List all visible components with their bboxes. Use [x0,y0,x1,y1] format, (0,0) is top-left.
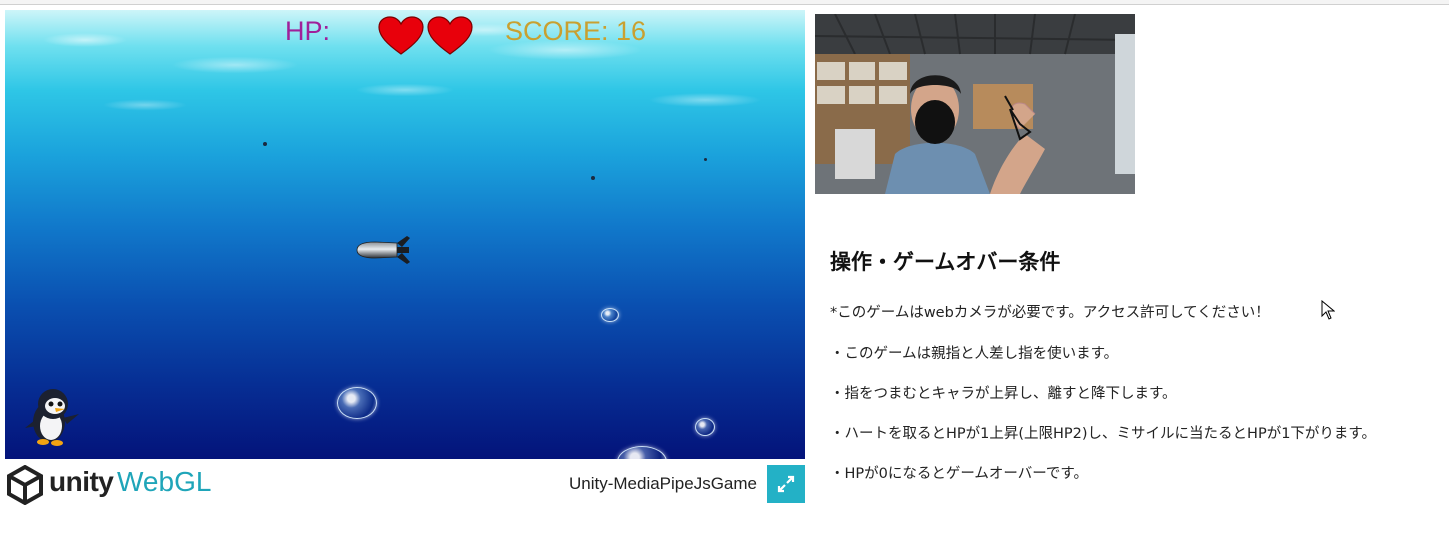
webgl-label: WebGL [117,466,212,497]
webcam-feed [815,14,1135,194]
fullscreen-button[interactable] [767,465,805,503]
unity-logo-icon [7,465,43,505]
bubble [617,446,667,459]
bubble [601,308,619,322]
hp-label: HP: [285,16,331,46]
page-top-border [0,0,1449,5]
rule-line-controls: ・指をつまむとキャラが上昇し、離すと降下します。 [830,386,1177,402]
unity-footer: unity WebGL Unity-MediaPipeJsGame [5,463,805,505]
missile [356,236,410,264]
mouse-cursor-icon [1321,300,1335,320]
particle [704,158,707,161]
fullscreen-icon [777,475,795,493]
webcam-image [815,14,1135,194]
game-title: Unity-MediaPipeJsGame [568,474,757,493]
unity-game-canvas[interactable]: HP: SCORE: 16 [5,10,805,459]
rule-line-gameover: ・HPが0になるとゲームオーバーです。 [830,466,1088,482]
score-display: SCORE: 16 [505,16,647,46]
instructions-heading: 操作・ゲームオバー条件 [830,250,1061,274]
rule-line-hp: ・ハートを取るとHPが1上昇(上限HP2)し、ミサイルに当たるとHPが1下がりま… [830,426,1376,442]
particle [263,142,267,146]
penguin-player [25,389,79,446]
unity-wordmark: unity [49,466,114,497]
bubble [337,387,377,419]
rule-line-fingers: ・このゲームは親指と人差し指を使います。 [830,346,1119,362]
heart-icon [427,16,473,55]
bubble [695,418,715,436]
rule-line-camera: *このゲームはwebカメラが必要です。アクセス許可してください！ [830,305,1270,321]
heart-icon [378,16,424,55]
particle [591,176,595,180]
